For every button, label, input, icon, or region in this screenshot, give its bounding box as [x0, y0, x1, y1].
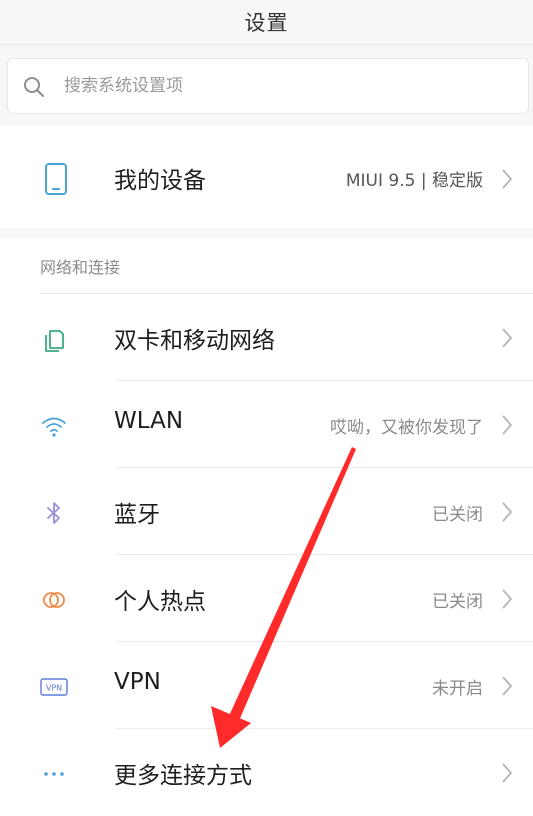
- search-box[interactable]: [7, 58, 529, 114]
- vpn-row[interactable]: VPN VPN 未开启: [0, 643, 533, 729]
- chevron-right-icon: [502, 415, 513, 435]
- bluetooth-value: 已关闭: [432, 505, 483, 525]
- hotspot-label: 个人热点: [114, 589, 206, 615]
- hotspot-value: 已关闭: [432, 592, 483, 612]
- hotspot-icon: [43, 592, 65, 608]
- bluetooth-icon: [47, 502, 60, 524]
- wlan-row[interactable]: WLAN 哎呦，又被你发现了: [0, 382, 533, 468]
- wlan-label: WLAN: [114, 408, 184, 434]
- row-separator: [116, 728, 533, 729]
- wlan-value: 哎呦，又被你发现了: [330, 418, 483, 438]
- bluetooth-label: 蓝牙: [114, 502, 160, 528]
- more-connections-label: 更多连接方式: [114, 763, 252, 789]
- phone-icon: [45, 163, 67, 195]
- more-dots-icon: [44, 772, 64, 776]
- hotspot-row[interactable]: 个人热点 已关闭: [0, 556, 533, 642]
- section-line: [40, 293, 533, 294]
- row-separator: [116, 467, 533, 468]
- chevron-right-icon: [502, 589, 513, 609]
- dual-sim-row[interactable]: 双卡和移动网络: [0, 295, 533, 381]
- row-separator: [116, 641, 533, 642]
- bluetooth-row[interactable]: 蓝牙 已关闭: [0, 469, 533, 555]
- chevron-right-icon: [502, 676, 513, 696]
- more-connections-row[interactable]: 更多连接方式: [0, 730, 533, 816]
- chevron-right-icon: [502, 328, 513, 348]
- section-title: 网络和连接: [40, 258, 121, 277]
- chevron-right-icon: [502, 763, 513, 783]
- title-bar: 设置: [0, 0, 533, 45]
- chevron-right-icon: [502, 502, 513, 522]
- section-divider: [0, 228, 533, 238]
- vpn-icon: VPN: [40, 678, 68, 696]
- vpn-value: 未开启: [432, 679, 483, 699]
- my-device-version: MIUI 9.5 | 稳定版: [345, 171, 483, 191]
- dual-sim-label: 双卡和移动网络: [114, 328, 275, 354]
- search-area: [0, 45, 533, 125]
- page-title: 设置: [244, 11, 289, 35]
- my-device-label: 我的设备: [114, 168, 206, 194]
- search-input[interactable]: [64, 59, 504, 113]
- search-icon: [24, 77, 44, 97]
- vpn-label: VPN: [114, 669, 161, 695]
- svg-text:VPN: VPN: [46, 684, 62, 693]
- sim-card-icon: [45, 330, 64, 352]
- row-separator: [116, 380, 533, 381]
- wifi-icon: [42, 417, 66, 437]
- chevron-right-icon: [502, 169, 513, 189]
- row-separator: [116, 554, 533, 555]
- my-device-row[interactable]: 我的设备 MIUI 9.5 | 稳定版: [0, 126, 533, 228]
